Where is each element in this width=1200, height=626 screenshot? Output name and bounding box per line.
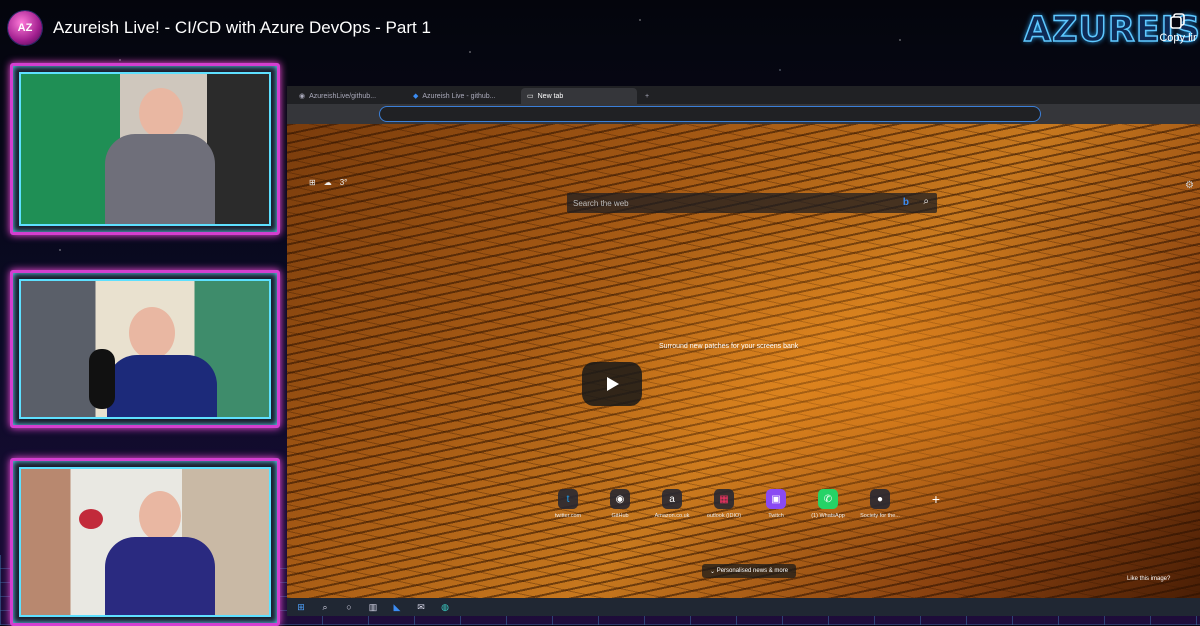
quick-link-outlook[interactable]: ▦ outlook (IDIO): [697, 489, 751, 519]
quick-link-twitch[interactable]: ▣ Twitch: [749, 489, 803, 519]
quick-link-society[interactable]: ● Society for the...: [853, 489, 907, 519]
webcam-host-1: [10, 63, 280, 235]
presenter-body: [105, 537, 215, 615]
bing-icon: b: [902, 197, 909, 208]
video-title[interactable]: Azureish Live! - CI/CD with Azure DevOps…: [53, 18, 431, 38]
personalised-news-button[interactable]: ⌄ Personalised news & more: [702, 564, 797, 578]
web-search-input[interactable]: Search the web b ⌕: [567, 193, 937, 213]
task-view-icon[interactable]: ▥: [367, 601, 379, 613]
browser-tab[interactable]: ◉ AzureishLive/github...: [293, 88, 409, 104]
video-header: AZ Azureish Live! - CI/CD with Azure Dev…: [0, 0, 1200, 56]
channel-avatar[interactable]: AZ: [8, 11, 42, 45]
azure-icon: ◆: [413, 93, 419, 100]
twitter-icon: t: [558, 489, 578, 509]
windows-start-icon[interactable]: ⊞: [295, 601, 307, 613]
weather-icon: ☁: [323, 178, 332, 187]
browser-tab[interactable]: ◆ Azureish Live - github...: [407, 88, 523, 104]
presenter-body: [107, 355, 217, 417]
amazon-icon: a: [662, 489, 682, 509]
vscode-icon[interactable]: ◣: [391, 601, 403, 613]
new-tab-icon: ▭: [527, 93, 534, 100]
play-icon: [607, 377, 619, 391]
promo-text[interactable]: Surround new patches for your screens ba…: [659, 343, 809, 350]
presenter-head: [129, 307, 175, 359]
twitch-icon: ▣: [766, 489, 786, 509]
address-input[interactable]: [379, 106, 1041, 122]
browser-tab-active[interactable]: ▭ New tab: [521, 88, 637, 104]
add-tab-button[interactable]: +: [639, 88, 665, 104]
quick-link-twitter[interactable]: t twitter.com: [541, 489, 595, 519]
whatsapp-icon: ✆: [818, 489, 838, 509]
poinsettia-plant: [79, 509, 103, 529]
mail-icon[interactable]: ✉: [415, 601, 427, 613]
plus-icon: +: [931, 491, 941, 507]
github-icon: ◉: [610, 489, 630, 509]
edge-icon[interactable]: ◍: [439, 601, 451, 613]
presenter-head: [139, 88, 183, 138]
quick-link-github[interactable]: ◉ GitHub: [593, 489, 647, 519]
new-tab-page: ⊞ ☁ 3° ⚙ Search the web b ⌕ Surround new…: [287, 124, 1200, 598]
browser-toolbar: [287, 104, 1200, 124]
new-tab-widgets: ⊞ ☁ 3°: [309, 178, 348, 187]
search-icon[interactable]: ⌕: [319, 601, 331, 613]
browser-tab-bar: ◉ AzureishLive/github... ◆ Azureish Live…: [287, 86, 1200, 104]
outlook-icon: ▦: [714, 489, 734, 509]
microphone: [89, 349, 115, 409]
apps-grid-icon[interactable]: ⊞: [309, 178, 316, 187]
chevron-down-icon: ⌄: [710, 568, 717, 575]
society-icon: ●: [870, 489, 890, 509]
search-icon[interactable]: ⌕: [923, 196, 929, 207]
quick-link-amazon[interactable]: a Amazon.co.uk: [645, 489, 699, 519]
presenter-body: [105, 134, 215, 224]
gear-icon[interactable]: ⚙: [1185, 180, 1194, 191]
webcam-host-3: [10, 458, 280, 626]
github-icon: ◉: [299, 93, 306, 100]
webcam-host-2: [10, 270, 280, 428]
play-button[interactable]: [582, 362, 642, 406]
copy-link-button[interactable]: Copy lir: [1156, 10, 1200, 54]
presenter-head: [139, 491, 181, 541]
like-image-link[interactable]: Like this image?: [1127, 576, 1170, 582]
shared-screen: ◉ AzureishLive/github... ◆ Azureish Live…: [287, 86, 1200, 616]
copy-icon: [1170, 13, 1185, 29]
windows-taskbar: ⊞ ⌕ ○ ▥ ◣ ✉ ◍: [287, 598, 1200, 616]
copy-link-label: Copy lir: [1159, 32, 1197, 44]
quick-link-whatsapp[interactable]: ✆ (1) WhatsApp: [801, 489, 855, 519]
cortana-icon[interactable]: ○: [343, 601, 355, 613]
add-quick-link-button[interactable]: +: [909, 489, 963, 509]
